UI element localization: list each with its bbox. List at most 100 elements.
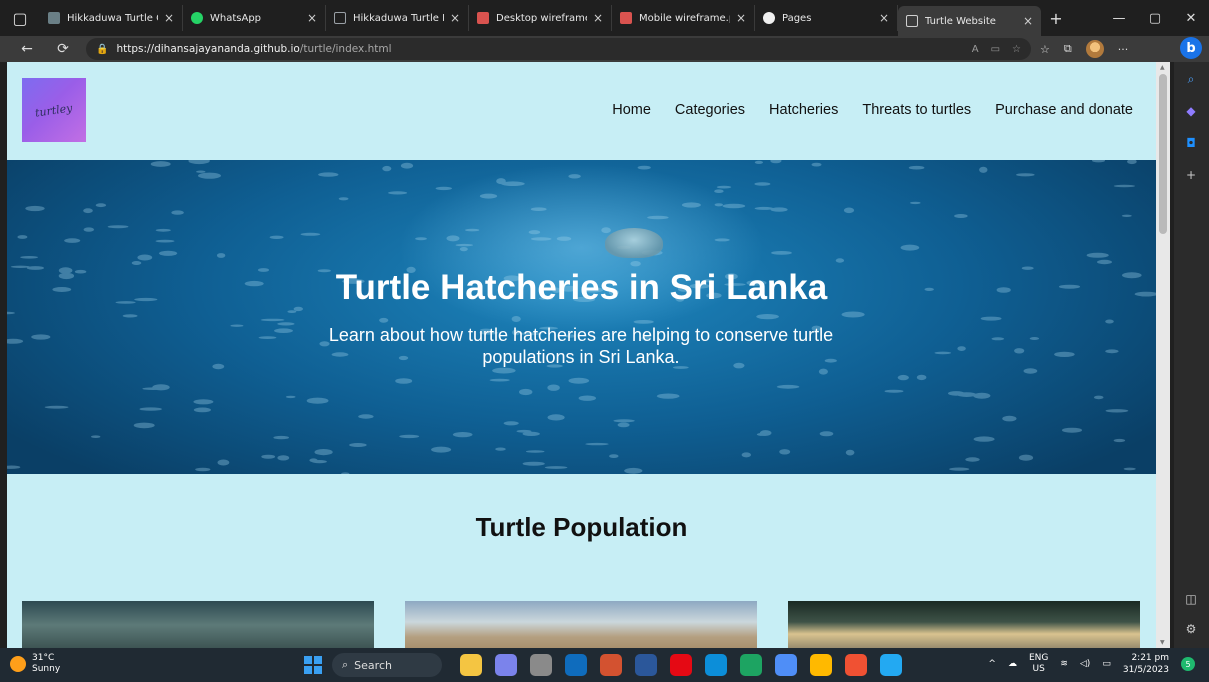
- population-card-image[interactable]: [22, 601, 374, 648]
- sun-icon: [10, 656, 26, 672]
- outlook-icon[interactable]: ◘: [1182, 134, 1200, 152]
- tab-close-icon[interactable]: ×: [164, 11, 174, 25]
- taskbar-app-icon[interactable]: [810, 654, 832, 676]
- taskbar-app-icon[interactable]: [740, 654, 762, 676]
- tab-label: Hikkaduwa Turtle Hat: [353, 12, 444, 24]
- browser-tab[interactable]: Pages ×: [755, 5, 898, 31]
- github-icon: [763, 12, 775, 24]
- browser-toolbar: ☆ ⧉ ···: [1040, 36, 1128, 62]
- search-icon[interactable]: ⌕: [1182, 70, 1200, 88]
- tab-close-icon[interactable]: ×: [593, 11, 603, 25]
- edge-sidebar: ⌕ ◆ ◘ + ◫ ⚙: [1174, 62, 1209, 648]
- section-title: Turtle Population: [475, 512, 688, 542]
- population-card-image[interactable]: [405, 601, 757, 648]
- onedrive-icon[interactable]: ☁: [1008, 659, 1017, 669]
- address-bar-row: ← ⟳ 🔒 https://dihansajayananda.github.io…: [0, 36, 1209, 62]
- site-logo[interactable]: turtley: [22, 78, 86, 142]
- taskbar-app-icon[interactable]: [495, 654, 517, 676]
- more-menu-icon[interactable]: ···: [1118, 43, 1129, 56]
- windows-taskbar: 31°C Sunny ⌕ Search ^ ☁ ENG US ≋ ◁) ▭ 2:…: [0, 648, 1209, 682]
- restore-button[interactable]: ▢: [1137, 0, 1173, 36]
- taskbar-app-icon[interactable]: [565, 654, 587, 676]
- sidebar-toggle-icon[interactable]: ◫: [1182, 590, 1200, 608]
- wifi-icon[interactable]: ≋: [1060, 659, 1068, 669]
- read-aloud-icon[interactable]: A: [972, 44, 979, 55]
- collections-icon[interactable]: ⧉: [1064, 42, 1072, 56]
- tab-close-icon[interactable]: ×: [307, 11, 317, 25]
- battery-icon[interactable]: ▭: [1102, 659, 1111, 669]
- nav-categories[interactable]: Categories: [675, 102, 745, 118]
- scroll-down-icon[interactable]: ▼: [1160, 639, 1165, 646]
- temperature: 31°C: [32, 653, 55, 663]
- refresh-button[interactable]: ⟳: [50, 36, 76, 62]
- url-input[interactable]: 🔒 https://dihansajayananda.github.io/tur…: [86, 38, 1031, 60]
- lock-icon[interactable]: 🔒: [96, 44, 108, 55]
- browser-tab-active[interactable]: Turtle Website ×: [898, 6, 1041, 36]
- tab-close-icon[interactable]: ×: [450, 11, 460, 25]
- back-button[interactable]: ←: [14, 36, 40, 62]
- add-sidebar-app-icon[interactable]: +: [1182, 166, 1200, 184]
- notification-badge[interactable]: 5: [1181, 657, 1195, 671]
- page-icon: [334, 12, 346, 24]
- taskbar-app-icon[interactable]: [670, 654, 692, 676]
- taskbar-app-icon[interactable]: [880, 654, 902, 676]
- tab-label: WhatsApp: [210, 12, 262, 24]
- close-window-button[interactable]: ✕: [1173, 0, 1209, 36]
- volume-icon[interactable]: ◁): [1080, 659, 1090, 669]
- reader-view-icon[interactable]: ▭: [991, 44, 1000, 55]
- language-indicator[interactable]: ENG US: [1029, 653, 1048, 675]
- url-host: https://dihansajayananda.github.io: [116, 43, 300, 55]
- population-card-image[interactable]: [788, 601, 1140, 648]
- taskbar-search[interactable]: ⌕ Search: [332, 653, 442, 677]
- taskbar-app-icon[interactable]: [530, 654, 552, 676]
- clock[interactable]: 2:21 pm 31/5/2023: [1123, 652, 1169, 676]
- nav-purchase-donate[interactable]: Purchase and donate: [995, 102, 1133, 118]
- browser-tab[interactable]: WhatsApp ×: [183, 5, 326, 31]
- page-viewport: turtley Home Categories Hatcheries Threa…: [7, 62, 1156, 648]
- browser-tab-bar: ▢ Hikkaduwa Turtle Con × WhatsApp × Hikk…: [0, 0, 1209, 36]
- nav-threats[interactable]: Threats to turtles: [862, 102, 971, 118]
- tab-close-icon[interactable]: ×: [736, 11, 746, 25]
- bing-copilot-icon[interactable]: b: [1180, 37, 1202, 59]
- browser-tab[interactable]: Hikkaduwa Turtle Con ×: [40, 5, 183, 31]
- logo-text: turtley: [34, 100, 74, 120]
- settings-gear-icon[interactable]: ⚙: [1182, 620, 1200, 638]
- system-tray: ^ ☁ ENG US ≋ ◁) ▭ 2:21 pm 31/5/2023 5: [988, 652, 1195, 676]
- favorites-icon[interactable]: ☆: [1040, 43, 1050, 56]
- shopping-icon[interactable]: ◆: [1182, 102, 1200, 120]
- taskbar-app-icon[interactable]: [600, 654, 622, 676]
- windows-start-icon[interactable]: [304, 656, 322, 674]
- pdf-icon: [620, 12, 632, 24]
- tab-actions-icon[interactable]: ▢: [0, 0, 40, 36]
- pdf-icon: [477, 12, 489, 24]
- favorite-star-icon[interactable]: ☆: [1012, 44, 1021, 55]
- weather-widget[interactable]: 31°C Sunny: [10, 653, 60, 675]
- new-tab-button[interactable]: +: [1041, 9, 1071, 28]
- time: 2:21 pm: [1131, 653, 1169, 663]
- profile-avatar[interactable]: [1085, 40, 1104, 58]
- url-actions: A ▭ ☆: [972, 38, 1021, 60]
- page-scrollbar[interactable]: ▲ ▼: [1156, 62, 1170, 648]
- scrollbar-thumb[interactable]: [1159, 74, 1167, 234]
- hero-subtitle: Learn about how turtle hatcheries are he…: [328, 325, 834, 367]
- site-header: turtley Home Categories Hatcheries Threa…: [7, 62, 1156, 160]
- taskbar-app-icon[interactable]: [775, 654, 797, 676]
- region: US: [1032, 664, 1045, 674]
- nav-home[interactable]: Home: [612, 102, 651, 118]
- nav-hatcheries[interactable]: Hatcheries: [769, 102, 838, 118]
- taskbar-apps: [460, 654, 902, 676]
- tab-label: Pages: [782, 12, 812, 24]
- minimize-button[interactable]: —: [1101, 0, 1137, 36]
- tab-close-icon[interactable]: ×: [879, 11, 889, 25]
- taskbar-app-icon[interactable]: [845, 654, 867, 676]
- show-hidden-icons[interactable]: ^: [988, 659, 996, 669]
- tab-label: Turtle Website: [925, 15, 996, 27]
- browser-tab[interactable]: Hikkaduwa Turtle Hat ×: [326, 5, 469, 31]
- browser-tab[interactable]: Desktop wireframe.pd ×: [469, 5, 612, 31]
- scroll-up-icon[interactable]: ▲: [1160, 64, 1165, 71]
- taskbar-app-icon[interactable]: [635, 654, 657, 676]
- taskbar-app-icon[interactable]: [705, 654, 727, 676]
- browser-tab[interactable]: Mobile wireframe.pdf ×: [612, 5, 755, 31]
- taskbar-app-icon[interactable]: [460, 654, 482, 676]
- tab-close-icon[interactable]: ×: [1023, 14, 1033, 28]
